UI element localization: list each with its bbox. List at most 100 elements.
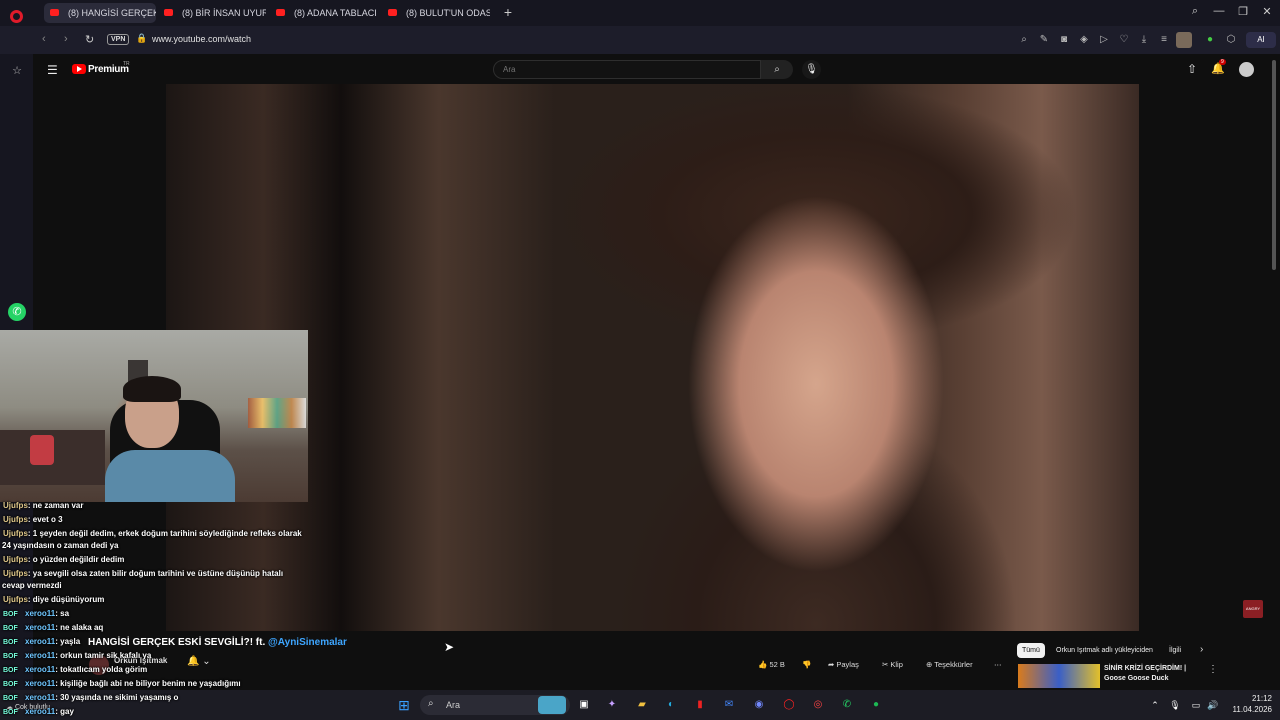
tab-bir-insan[interactable]: (8) BİR İNSAN UYURKEN E [158, 3, 266, 23]
chat-message: Ujufps: o yüzden değildir dedim [3, 555, 124, 565]
scrollbar[interactable] [1272, 60, 1276, 270]
reload-icon[interactable]: ↻ [85, 33, 94, 46]
chat-text: : ya sevgili olsa zaten bilir doğum tari… [27, 569, 284, 578]
chat-username: xeroo11 [25, 637, 56, 646]
recommended-title[interactable]: SİNİR KRİZİ GEÇİRDİM! | Goose Goose Duck [1104, 664, 1204, 684]
tab-bulut[interactable]: (8) BULUT'UN ODASINI FU [382, 3, 490, 23]
app-red-icon[interactable]: ▮ [691, 696, 709, 714]
tab-label: (8) HANGİSİ GERÇEK E [68, 8, 156, 18]
edge-icon[interactable]: ◐ [662, 696, 680, 714]
clip-label: Klip [890, 660, 903, 669]
maximize-button[interactable]: ❐ [1235, 5, 1251, 18]
youtube-favicon-icon [50, 9, 59, 16]
chat-username: xeroo11 [25, 693, 56, 702]
chat-username: Ujufps [3, 515, 28, 524]
opera-gx-icon[interactable]: ◎ [809, 696, 827, 714]
whatsapp-icon[interactable]: ✆ [8, 303, 26, 321]
lock-icon[interactable]: 🔒 [136, 33, 147, 44]
star-icon[interactable]: ☆ [8, 62, 26, 80]
close-button[interactable]: ✕ [1259, 5, 1275, 18]
widget-image-icon[interactable] [538, 696, 566, 714]
tray-chevron-icon[interactable]: ⌃ [1146, 696, 1164, 714]
clock-date: 11.04.2026 [1232, 705, 1272, 714]
share-button[interactable]: ➦ Paylaş [822, 656, 865, 674]
clip-button[interactable]: ✂ Klip [876, 656, 909, 674]
windows-start-icon[interactable]: ⊞ [395, 696, 413, 714]
chip-from-uploader[interactable]: Orkun Işıtmak adlı yükleyiciden [1051, 643, 1158, 658]
file-explorer-icon[interactable]: ▰ [633, 696, 651, 714]
heart-icon[interactable]: ♡ [1117, 34, 1131, 46]
chat-message: 24 yaşındasın o zaman dedi ya [2, 541, 119, 551]
back-icon[interactable]: ‹ [42, 33, 46, 45]
recommended-menu-icon[interactable]: ⋮ [1208, 664, 1218, 675]
mouse-cursor-icon: ➤ [444, 640, 455, 654]
video-player[interactable] [166, 84, 1139, 631]
webcam-person-hair [123, 376, 181, 402]
hamburger-menu-icon[interactable]: ☰ [47, 63, 58, 77]
system-clock[interactable]: 21:12 11.04.2026 [1222, 693, 1272, 715]
spotify-icon[interactable]: ● [867, 696, 885, 714]
discord-icon[interactable]: ◉ [750, 696, 768, 714]
microphone-tray-icon[interactable]: 🎙 [1166, 696, 1184, 714]
subscribe-bell-icon[interactable]: 🔔 ⌄ [187, 656, 211, 667]
ai-label: AI [1257, 35, 1265, 44]
chat-text: : o yüzden değildir dedim [27, 555, 125, 564]
chat-text: : 1 şeyden değil dedim, erkek doğum tari… [27, 529, 302, 538]
url-field[interactable]: www.youtube.com/watch [152, 34, 251, 44]
chips-next-icon[interactable]: › [1200, 644, 1203, 655]
share-label: Paylaş [836, 660, 859, 669]
whatsapp-taskbar-icon[interactable]: ✆ [838, 696, 856, 714]
ai-button[interactable]: AI [1246, 32, 1276, 48]
forward-icon[interactable]: › [64, 33, 68, 45]
opera-logo-icon[interactable] [10, 10, 23, 23]
minimize-button[interactable]: — [1211, 5, 1227, 17]
chat-message: cevap vermezdi [2, 581, 62, 591]
play-icon[interactable]: ▷ [1097, 34, 1111, 46]
shield-icon[interactable]: ◈ [1077, 34, 1091, 46]
chat-username: Ujufps [3, 501, 28, 510]
chip-related[interactable]: İlgili [1164, 643, 1186, 658]
account-avatar[interactable] [1239, 62, 1254, 77]
search-page-icon[interactable]: ⌕ [1017, 34, 1031, 46]
new-tab-button[interactable]: + [500, 4, 516, 20]
edit-icon[interactable]: ✎ [1037, 34, 1051, 46]
microphone-icon[interactable]: 🎙 [802, 60, 821, 79]
search-input[interactable] [493, 60, 761, 79]
copilot-icon[interactable]: ✦ [603, 696, 621, 714]
chat-text: : tokatlıcam yolda görim [55, 665, 148, 674]
thanks-button[interactable]: ⊕ Teşekkürler [920, 656, 979, 674]
dislike-button[interactable]: 👎 [796, 656, 817, 674]
opera-taskbar-icon[interactable]: ◯ [780, 696, 798, 714]
download-icon[interactable]: ⤓ [1137, 34, 1151, 46]
vpn-badge[interactable]: VPN [107, 34, 130, 45]
search-icon: ⌕ [428, 698, 434, 709]
webcam-pillow [30, 435, 54, 465]
like-button[interactable]: 👍 52 B [752, 656, 791, 674]
youtube-logo-icon[interactable] [72, 64, 86, 74]
menu-list-icon[interactable]: ≡ [1157, 34, 1171, 46]
chat-text: : ne zaman var [27, 501, 84, 510]
tab-hangisi[interactable]: (8) HANGİSİ GERÇEK E [44, 3, 156, 23]
chat-username: Ujufps [3, 529, 28, 538]
cube-icon[interactable]: ⬡ [1224, 34, 1238, 46]
chat-message: Ujufps: 1 şeyden değil dedim, erkek doğu… [3, 529, 302, 539]
channel-mention-link[interactable]: @AyniSinemalar [268, 637, 347, 648]
more-actions-icon[interactable]: ⋯ [988, 656, 1008, 674]
chat-text: : gay [55, 707, 74, 716]
profile-avatar[interactable] [1176, 32, 1192, 48]
extension-icon[interactable]: ● [1203, 34, 1217, 46]
upload-icon[interactable]: ⇧ [1187, 62, 1197, 76]
mail-icon[interactable]: ✉ [720, 696, 738, 714]
volume-icon[interactable]: 🔊 [1204, 696, 1222, 714]
search-tabs-icon[interactable]: ⌕ [1187, 5, 1203, 18]
thanks-label: Teşekkürler [934, 660, 973, 669]
search-button[interactable]: ⌕ [761, 60, 793, 79]
tab-adana[interactable]: (8) ADANA TABLACI VE Hİ [270, 3, 378, 23]
recommended-thumbnail[interactable] [1018, 664, 1100, 688]
thanks-icon: ⊕ [926, 660, 935, 669]
camera-icon[interactable]: ◙ [1057, 34, 1071, 46]
network-icon[interactable]: ▭ [1187, 696, 1205, 714]
browser-tab-bar: (8) HANGİSİ GERÇEK E (8) BİR İNSAN UYURK… [0, 0, 1280, 26]
chip-all[interactable]: Tümü [1017, 643, 1045, 658]
task-view-icon[interactable]: ▣ [575, 696, 593, 714]
